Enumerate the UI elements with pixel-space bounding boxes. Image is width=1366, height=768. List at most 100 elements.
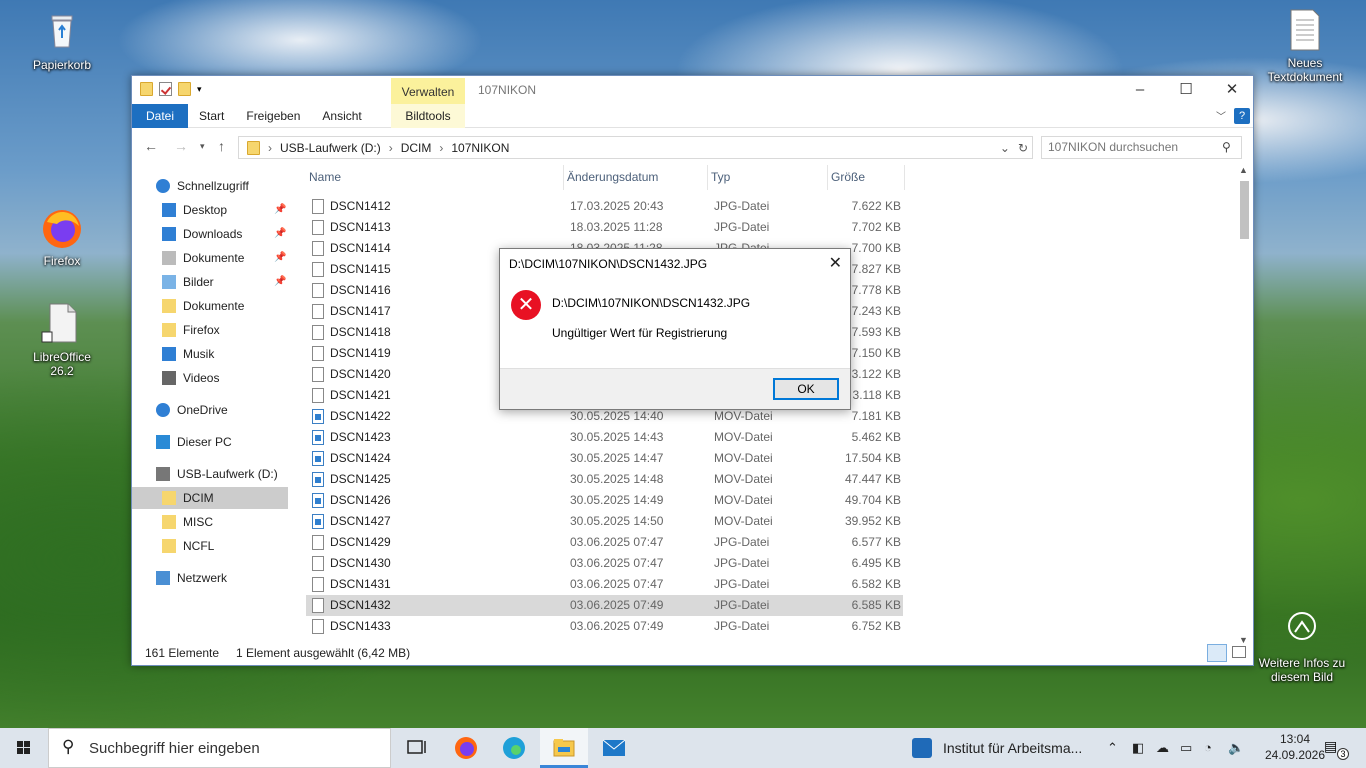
table-row[interactable]: DSCN1412 17.03.2025 20:43 JPG-Datei 7.622 K… — [306, 196, 903, 217]
action-center-icon[interactable]: ▤ — [1324, 738, 1337, 755]
tab-freigeben[interactable]: Freigeben — [235, 104, 311, 128]
new-folder-icon[interactable] — [178, 82, 191, 96]
video-file-icon — [312, 472, 324, 487]
file-date: 03.06.2025 07:49 — [570, 619, 664, 633]
notification-app-label[interactable]: Institut für Arbeitsma... — [943, 740, 1082, 756]
up-icon[interactable]: ↑ — [218, 138, 225, 154]
dialog-close-icon[interactable]: ✕ — [829, 253, 842, 273]
nav-item-dokumente[interactable]: Dokumente — [132, 295, 288, 317]
nav-item-label: Dokumente — [183, 251, 245, 265]
battery-icon[interactable]: ▭ — [1180, 740, 1192, 756]
search-input[interactable]: 107NIKON durchsuchen — [1041, 136, 1242, 159]
mail-taskbar-icon[interactable] — [590, 728, 638, 768]
refresh-icon[interactable]: ↻ — [1018, 141, 1028, 155]
breadcrumb-usb[interactable]: USB-Laufwerk (D:) — [280, 141, 381, 155]
desktop-icon-info[interactable]: Weitere Infos zu diesem Bild — [1254, 608, 1350, 684]
help-icon[interactable]: ? — [1234, 108, 1250, 124]
table-row[interactable]: DSCN1413 18.03.2025 11:28 JPG-Datei 7.702 K… — [306, 217, 903, 238]
nav-item-desktop[interactable]: Desktop 📌 — [132, 199, 288, 221]
task-view-button[interactable] — [392, 728, 440, 768]
pin-icon[interactable]: 📌 — [274, 271, 286, 293]
recent-chevron-icon[interactable]: ▾ — [200, 141, 205, 152]
properties-icon[interactable] — [159, 82, 172, 96]
meet-now-icon[interactable]: ◧ — [1132, 740, 1144, 756]
edge-taskbar-icon[interactable] — [490, 728, 538, 768]
tab-verwalten[interactable]: Verwalten — [391, 78, 465, 104]
pin-icon[interactable]: 📌 — [274, 247, 286, 269]
ok-button[interactable]: OK — [773, 378, 839, 400]
table-row[interactable]: DSCN1433 03.06.2025 07:49 JPG-Datei 6.752 K… — [306, 616, 903, 637]
large-icons-view-icon[interactable] — [1232, 646, 1246, 658]
taskbar-search-input[interactable]: Suchbegriff hier eingeben — [48, 728, 391, 768]
folder-icon[interactable] — [140, 82, 153, 96]
volume-icon[interactable]: 🔈 — [1228, 740, 1244, 756]
address-dropdown-icon[interactable]: ⌄ — [1000, 141, 1010, 155]
pin-icon[interactable]: 📌 — [274, 199, 286, 221]
nav-item-downloads[interactable]: Downloads 📌 — [132, 223, 288, 245]
column-date[interactable]: Änderungsdatum — [564, 165, 708, 190]
address-bar[interactable]: › USB-Laufwerk (D:) › DCIM › 107NIKON ⌄ … — [238, 136, 1033, 159]
start-button[interactable] — [0, 728, 48, 768]
nav-item-musik[interactable]: Musik — [132, 343, 288, 365]
file-icon — [312, 304, 324, 319]
table-row[interactable]: DSCN1427 30.05.2025 14:50 MOV-Datei 39.952 … — [306, 511, 903, 532]
nav-item-onedrive[interactable]: OneDrive — [132, 399, 288, 421]
back-icon[interactable]: ← — [144, 138, 158, 154]
chevron-down-icon[interactable]: ▾ — [197, 84, 202, 95]
nav-item-dcim[interactable]: DCIM — [132, 487, 288, 509]
nav-item-dieser-pc[interactable]: Dieser PC — [132, 431, 288, 453]
table-row[interactable]: DSCN1430 03.06.2025 07:47 JPG-Datei 6.495 K… — [306, 553, 903, 574]
table-row[interactable]: DSCN1425 30.05.2025 14:48 MOV-Datei 47.447 … — [306, 469, 903, 490]
file-name: DSCN1415 — [330, 262, 391, 276]
nav-item-misc[interactable]: MISC — [132, 511, 288, 533]
nav-item-ncfl[interactable]: NCFL — [132, 535, 288, 557]
file-type: MOV-Datei — [714, 430, 773, 444]
scroll-thumb[interactable] — [1240, 181, 1249, 239]
forward-icon[interactable]: → — [174, 138, 188, 154]
pin-icon[interactable]: 📌 — [274, 223, 286, 245]
table-row[interactable]: DSCN1424 30.05.2025 14:47 MOV-Datei 17.504 … — [306, 448, 903, 469]
nav-item-firefox[interactable]: Firefox — [132, 319, 288, 341]
file-icon — [312, 577, 324, 592]
nav-item-videos[interactable]: Videos — [132, 367, 288, 389]
search-icon[interactable]: ⚲ — [1222, 140, 1231, 154]
tab-datei[interactable]: Datei — [132, 104, 189, 128]
show-hidden-icons-icon[interactable]: ⌃ — [1107, 740, 1118, 756]
scroll-up-icon[interactable]: ▲ — [1239, 165, 1248, 175]
maximize-button[interactable]: ☐ — [1163, 76, 1209, 104]
details-view-icon[interactable] — [1207, 644, 1227, 662]
folder-icon — [162, 515, 176, 529]
minimize-button[interactable]: – — [1117, 76, 1163, 104]
nav-item-netzwerk[interactable]: Netzwerk — [132, 567, 288, 589]
table-row[interactable]: DSCN1426 30.05.2025 14:49 MOV-Datei 49.704 … — [306, 490, 903, 511]
close-button[interactable]: ✕ — [1209, 76, 1255, 104]
column-type[interactable]: Typ — [708, 165, 828, 190]
breadcrumb-107nikon[interactable]: 107NIKON — [451, 141, 509, 155]
explorer-taskbar-icon[interactable] — [540, 728, 588, 768]
table-row[interactable]: DSCN1431 03.06.2025 07:47 JPG-Datei 6.582 K… — [306, 574, 903, 595]
file-type: JPG-Datei — [714, 577, 770, 591]
nav-item-bilder[interactable]: Bilder 📌 — [132, 271, 288, 293]
nav-item-usb-laufwerk-d-[interactable]: USB-Laufwerk (D:) — [132, 463, 288, 485]
network-icon[interactable]: ◔ — [1204, 740, 1212, 755]
scrollbar[interactable]: ▲ ▼ — [1236, 165, 1253, 645]
tab-bildtools[interactable]: Bildtools — [391, 104, 465, 128]
desktop-icon-recycle-bin[interactable]: Papierkorb — [20, 10, 104, 72]
breadcrumb-dcim[interactable]: DCIM — [401, 141, 432, 155]
onedrive-icon[interactable]: ☁ — [1156, 740, 1169, 756]
clock[interactable]: 13:04 24.09.2026 — [1262, 731, 1328, 763]
expand-ribbon-icon[interactable]: ﹀ — [1216, 108, 1226, 123]
firefox-taskbar-icon[interactable] — [442, 728, 490, 768]
column-size[interactable]: Größe — [828, 165, 905, 190]
nav-item-schnellzugriff[interactable]: Schnellzugriff — [132, 175, 288, 197]
usb-drive-icon — [156, 467, 170, 481]
table-row[interactable]: DSCN1429 03.06.2025 07:47 JPG-Datei 6.577 K… — [306, 532, 903, 553]
table-row[interactable]: DSCN1423 30.05.2025 14:43 MOV-Datei 5.462 K… — [306, 427, 903, 448]
tab-start[interactable]: Start — [188, 104, 235, 128]
desktop-icon-firefox[interactable]: Firefox — [20, 206, 104, 268]
desktop-icon-text-document[interactable]: Neues Textdokument — [1250, 8, 1360, 84]
table-row[interactable]: DSCN1432 03.06.2025 07:49 JPG-Datei 6.585 K… — [306, 595, 903, 616]
nav-item-dokumente[interactable]: Dokumente 📌 — [132, 247, 288, 269]
tab-ansicht[interactable]: Ansicht — [311, 104, 372, 128]
desktop-icon-libreoffice[interactable]: LibreOffice 26.2 — [20, 302, 104, 378]
